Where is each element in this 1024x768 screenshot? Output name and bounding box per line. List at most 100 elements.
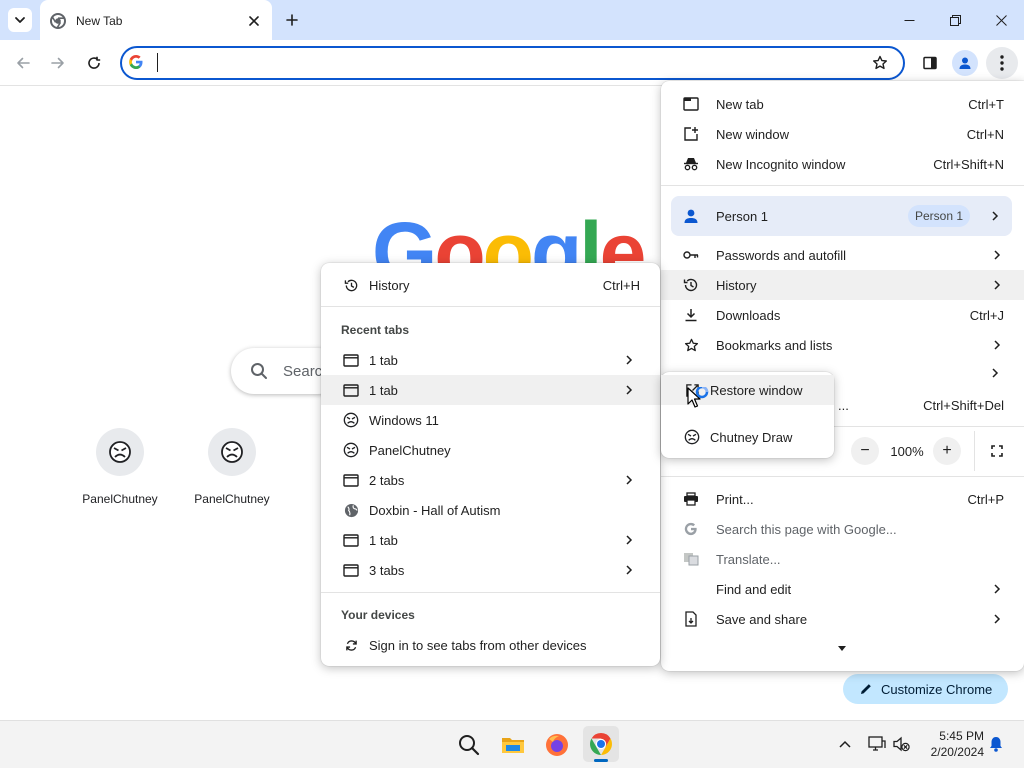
recent-tab-item[interactable]: 2 tabs — [321, 465, 660, 495]
menu-item-history[interactable]: History — [661, 270, 1024, 300]
volume-button[interactable] — [890, 733, 912, 755]
menu-item-new-tab[interactable]: New tab Ctrl+T — [661, 89, 1024, 119]
minimize-icon — [904, 15, 915, 26]
person-icon — [958, 56, 972, 70]
search-icon — [458, 734, 480, 756]
new-tab-icon — [679, 89, 703, 119]
chrome-menu-button[interactable] — [986, 47, 1018, 79]
recent-tab-item[interactable]: Windows 11 — [321, 405, 660, 435]
chevron-right-icon — [988, 211, 1002, 221]
menu-item-save-share[interactable]: Save and share — [661, 604, 1024, 634]
history-icon — [679, 270, 703, 300]
chevron-down-icon — [14, 14, 26, 26]
menu-item-clear-browsing-data[interactable]: ... Ctrl+Shift+Del — [834, 390, 1024, 420]
fullscreen-button[interactable] — [983, 437, 1011, 465]
menu-separator — [661, 476, 1024, 477]
history-icon — [339, 270, 363, 300]
menu-label: PanelChutney — [369, 442, 451, 458]
close-tab-icon[interactable] — [246, 13, 262, 29]
recent-tab-item[interactable]: 3 tabs — [321, 555, 660, 585]
menu-shortcut: Ctrl+Shift+N — [933, 156, 1004, 172]
bookmark-star-button[interactable] — [867, 50, 893, 76]
menu-label: Translate... — [716, 551, 781, 567]
chrome-icon — [589, 732, 613, 756]
menu-label: 1 tab — [369, 532, 398, 548]
menu-item-chutney-draw[interactable]: Chutney Draw — [661, 422, 834, 452]
menu-item-downloads[interactable]: Downloads Ctrl+J — [661, 300, 1024, 330]
menu-item-print[interactable]: Print... Ctrl+P — [661, 484, 1024, 514]
menu-item-new-window[interactable]: New window Ctrl+N — [661, 119, 1024, 149]
browser-tab[interactable]: New Tab — [40, 0, 272, 41]
taskbar-firefox[interactable] — [540, 728, 574, 762]
zoom-out-button[interactable]: − — [851, 437, 879, 465]
zoom-in-button[interactable]: + — [933, 437, 961, 465]
menu-shortcut: Ctrl+Shift+Del — [923, 397, 1004, 413]
taskbar-search-button[interactable] — [452, 728, 486, 762]
restore-submenu: Restore window Chutney Draw — [661, 372, 834, 458]
menu-item-passwords[interactable]: Passwords and autofill — [661, 240, 1024, 270]
reload-button[interactable] — [81, 50, 107, 76]
taskbar-chrome[interactable] — [583, 726, 619, 762]
recent-tab-item[interactable]: PanelChutney — [321, 435, 660, 465]
menu-item-new-incognito[interactable]: New Incognito window Ctrl+Shift+N — [661, 149, 1024, 179]
menu-item-translate[interactable]: Translate... — [661, 544, 1024, 574]
recent-tab-item[interactable]: Doxbin - Hall of Autism — [321, 495, 660, 525]
menu-shortcut: Ctrl+N — [966, 126, 1004, 142]
minus-icon: − — [860, 442, 870, 459]
chevron-right-icon — [990, 340, 1004, 350]
menu-label: New window — [716, 126, 789, 142]
menu-item-bookmarks[interactable]: Bookmarks and lists — [661, 330, 1024, 360]
chevron-right-icon — [622, 565, 636, 575]
shortcut-tile[interactable]: PanelChutney — [64, 426, 176, 516]
recent-tab-item[interactable]: 1 tab — [321, 345, 660, 375]
text-caret — [157, 53, 158, 72]
menu-item-find-edit[interactable]: Find and edit — [661, 574, 1024, 604]
forward-button[interactable] — [45, 50, 71, 76]
menu-separator — [321, 306, 660, 307]
back-button[interactable] — [10, 50, 36, 76]
frown-face-icon — [339, 405, 363, 435]
notifications-button[interactable] — [986, 734, 1006, 754]
print-icon — [679, 484, 703, 514]
mouse-cursor — [687, 387, 709, 411]
minimize-button[interactable] — [886, 0, 932, 40]
menu-item-history-page[interactable]: History Ctrl+H — [321, 270, 660, 300]
clock-time: 5:45 PM — [939, 729, 984, 743]
maximize-button[interactable] — [932, 0, 978, 40]
profile-chip: Person 1 — [907, 205, 970, 227]
clock[interactable]: 5:45 PM 2/20/2024 — [918, 728, 984, 760]
network-status-button[interactable] — [866, 733, 888, 755]
fullscreen-icon — [991, 445, 1003, 457]
customize-chrome-button[interactable]: Customize Chrome — [843, 674, 1008, 704]
recent-tab-item[interactable]: 1 tab — [321, 375, 660, 405]
close-window-button[interactable] — [978, 0, 1024, 40]
window-icon — [339, 525, 363, 555]
chevron-right-icon — [990, 614, 1004, 624]
address-bar[interactable] — [120, 46, 905, 80]
menu-item-search-page[interactable]: Search this page with Google... — [661, 514, 1024, 544]
taskbar-file-explorer[interactable] — [496, 728, 530, 762]
customize-chrome-label: Customize Chrome — [881, 681, 993, 697]
menu-item-profile[interactable]: Person 1 Person 1 — [671, 196, 1012, 236]
sign-in-devices-item[interactable]: Sign in to see tabs from other devices — [321, 630, 660, 660]
speaker-muted-icon — [892, 736, 910, 752]
menu-label: Doxbin - Hall of Autism — [369, 502, 501, 518]
menu-shortcut: Ctrl+T — [968, 96, 1004, 112]
menu-label: 1 tab — [369, 352, 398, 368]
menu-label: New tab — [716, 96, 764, 112]
new-tab-button[interactable] — [280, 8, 304, 32]
side-panel-button[interactable] — [917, 50, 943, 76]
recent-tab-item[interactable]: 1 tab — [321, 525, 660, 555]
tab-search-button[interactable] — [8, 8, 32, 32]
window-icon — [339, 375, 363, 405]
shortcut-tile[interactable]: PanelChutney — [176, 426, 288, 516]
profile-button[interactable] — [952, 50, 978, 76]
shortcut-label: PanelChutney — [194, 492, 270, 506]
side-panel-icon — [922, 55, 938, 71]
menu-label: History — [716, 277, 757, 293]
menu-label: Bookmarks and lists — [716, 337, 833, 353]
recent-tabs-header: Recent tabs — [341, 323, 410, 337]
scroll-down-icon[interactable] — [833, 641, 851, 655]
globe-icon — [339, 495, 363, 525]
tray-overflow-button[interactable] — [835, 733, 855, 755]
